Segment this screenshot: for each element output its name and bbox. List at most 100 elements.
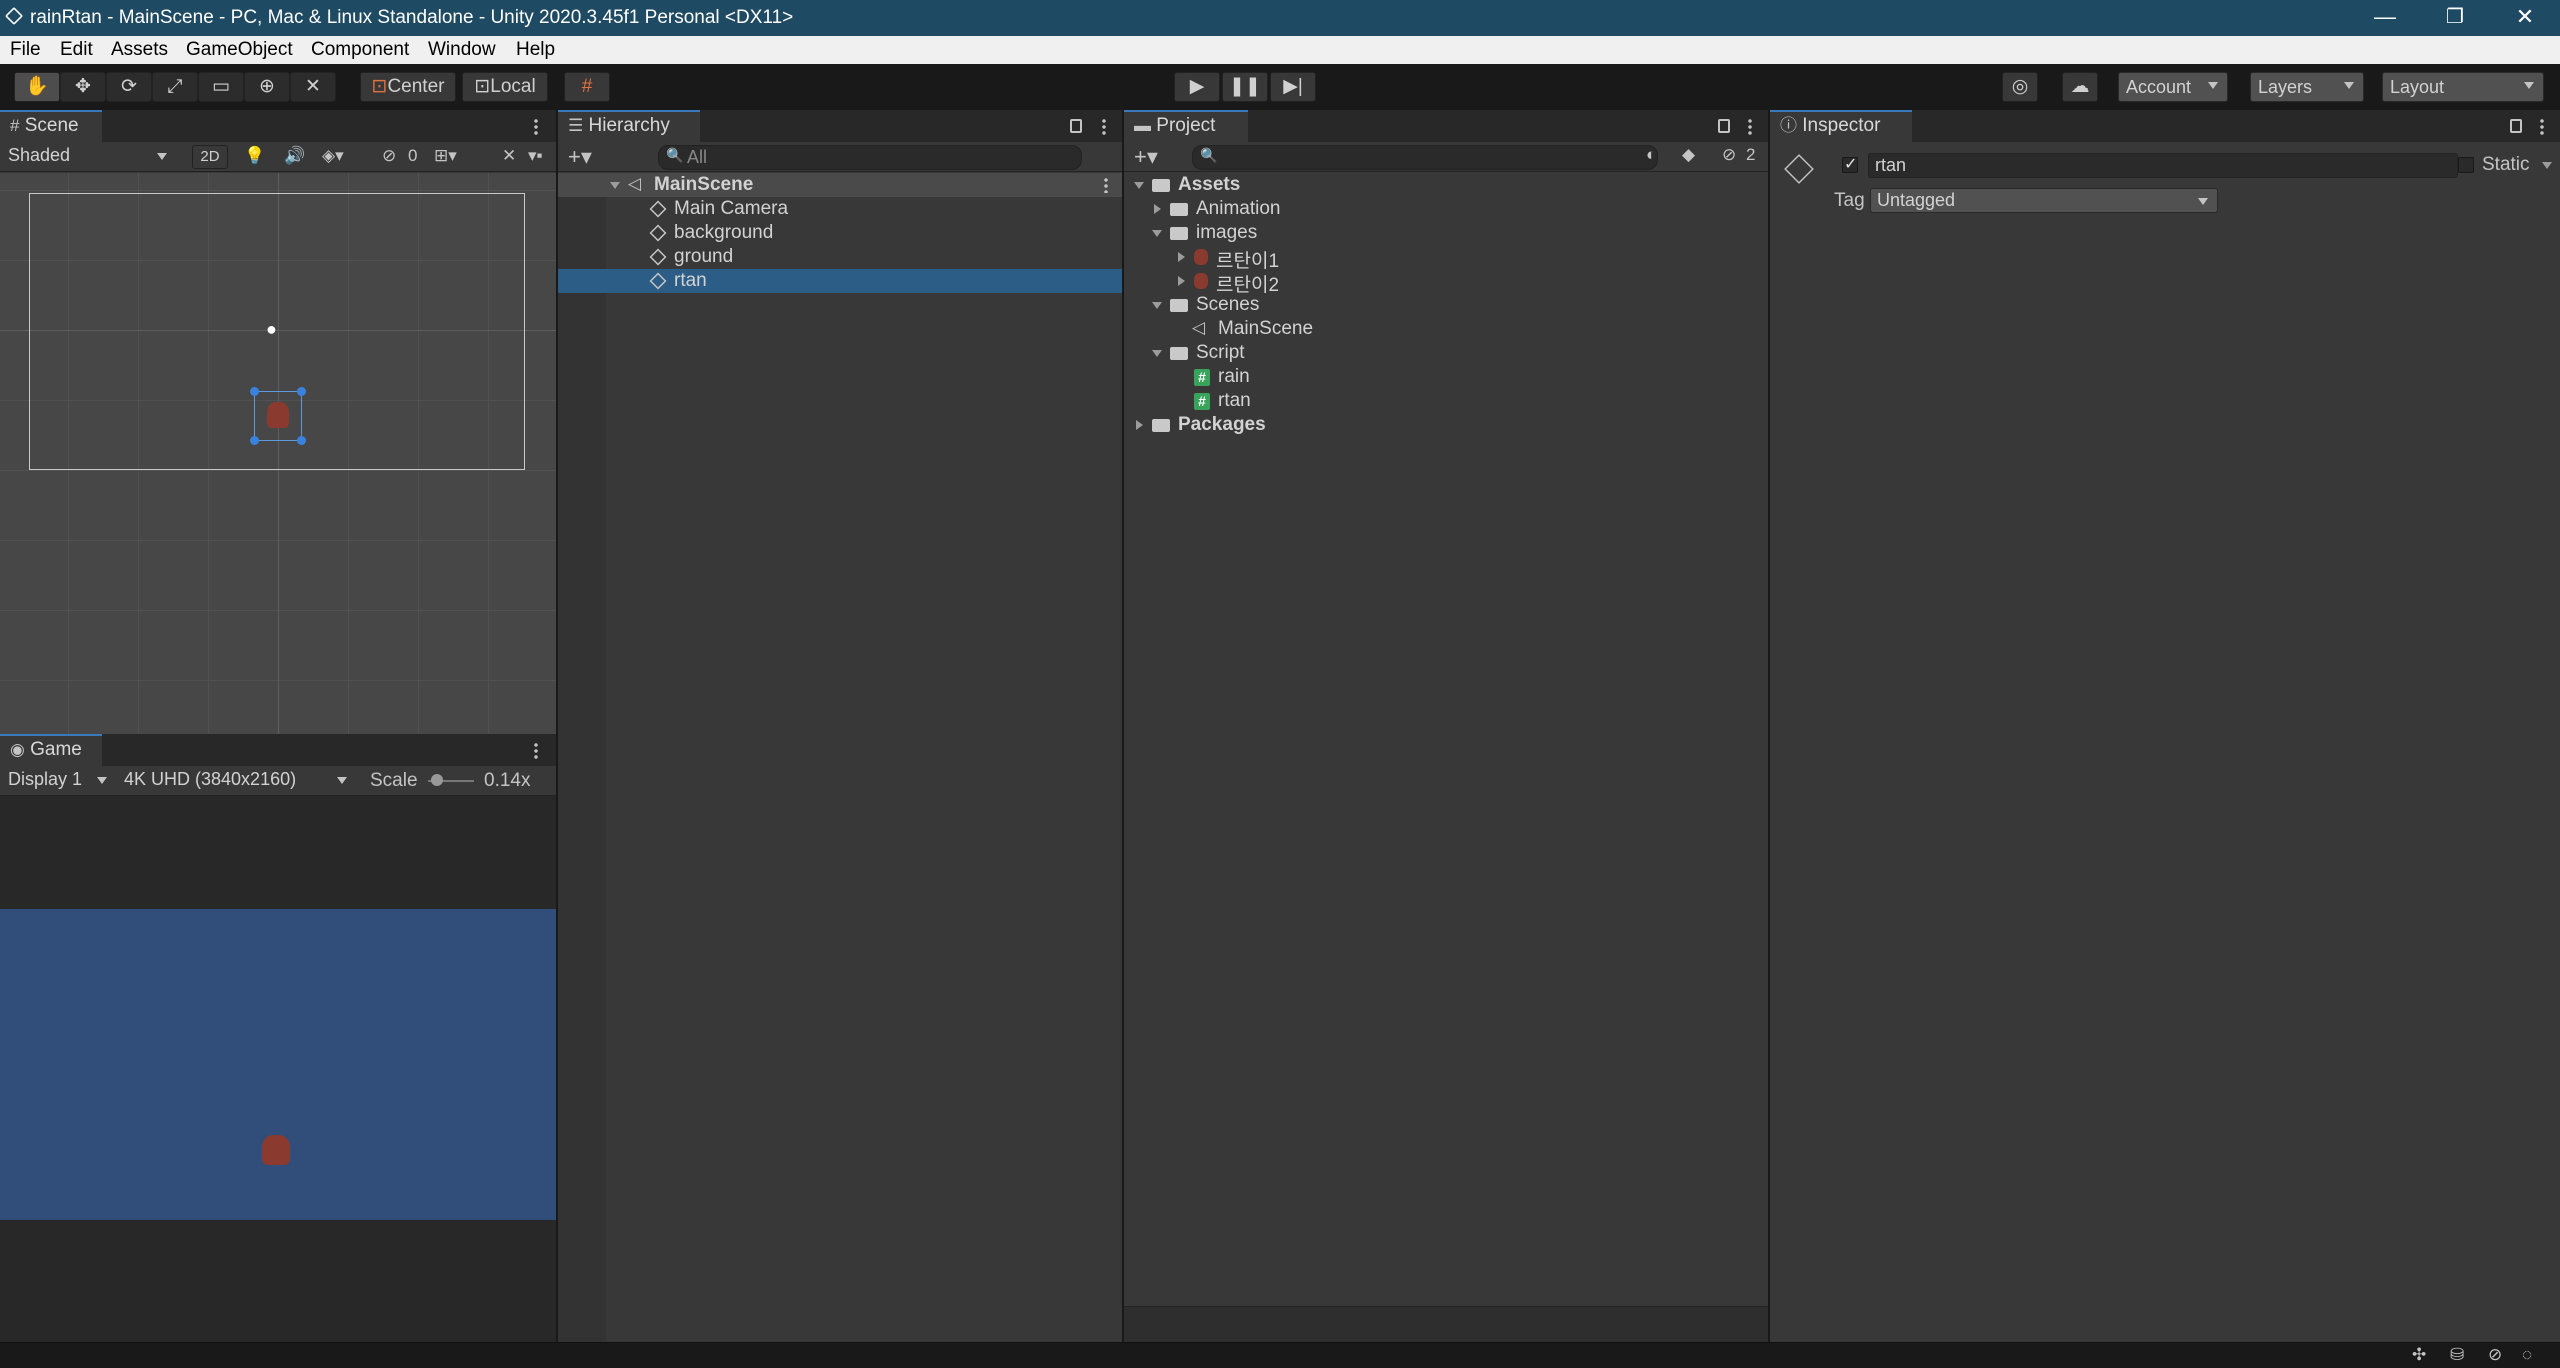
game-view[interactable]: [0, 909, 556, 1220]
hierarchy-search-input[interactable]: All: [658, 145, 1082, 170]
grid-icon[interactable]: ⊞▾: [434, 146, 457, 166]
hidden-objects-icon[interactable]: ⊘: [382, 146, 396, 166]
add-icon[interactable]: +▾: [568, 144, 592, 170]
tree-item-assets[interactable]: Assets: [1124, 173, 1768, 197]
maximize-button[interactable]: ❐: [2420, 0, 2490, 36]
search-by-type-icon[interactable]: ◐: [1646, 145, 1656, 165]
tree-item-scenes[interactable]: Scenes: [1124, 293, 1768, 317]
lock-icon[interactable]: [2510, 119, 2522, 133]
minimize-button[interactable]: —: [2350, 0, 2420, 36]
tools-icon[interactable]: ✕: [502, 146, 516, 166]
expand-arrow-icon[interactable]: [1152, 350, 1162, 357]
active-checkbox[interactable]: [1842, 154, 1858, 174]
expand-arrow-icon[interactable]: [610, 182, 620, 189]
grid-snap-icon[interactable]: #: [564, 72, 610, 102]
collapsed-arrow-icon[interactable]: [1178, 252, 1185, 262]
tab-project[interactable]: ▬ Project: [1124, 110, 1248, 142]
scene-viewport[interactable]: ●: [0, 173, 556, 734]
menu-edit[interactable]: Edit: [60, 39, 93, 61]
resize-handle[interactable]: [250, 436, 259, 445]
tree-item-rain[interactable]: # rain: [1124, 365, 1768, 389]
auto-generate-icon[interactable]: ⊘: [2488, 1345, 2502, 1365]
move-tool-icon[interactable]: ✥: [60, 72, 106, 102]
kebab-menu-icon[interactable]: [1104, 177, 1108, 193]
tab-inspector[interactable]: ⓘ Inspector: [1770, 110, 1912, 142]
layout-dropdown[interactable]: Layout: [2382, 72, 2544, 102]
scene-row[interactable]: ◁ MainScene: [558, 173, 1122, 197]
resize-handle[interactable]: [297, 436, 306, 445]
display-dropdown[interactable]: Display 1: [2, 768, 116, 793]
pause-button[interactable]: ❚❚: [1222, 72, 1268, 102]
tab-hierarchy[interactable]: ☰ Hierarchy: [558, 110, 700, 142]
cache-icon[interactable]: ⛁: [2450, 1345, 2464, 1365]
resolution-dropdown[interactable]: 4K UHD (3840x2160): [118, 768, 356, 793]
collab-icon[interactable]: ◎: [2002, 72, 2038, 102]
kebab-menu-icon[interactable]: [1102, 118, 1106, 136]
close-button[interactable]: ✕: [2490, 0, 2560, 36]
scale-tool-icon[interactable]: ⤢: [152, 72, 198, 102]
account-dropdown[interactable]: Account: [2118, 72, 2228, 102]
static-checkbox[interactable]: [2458, 157, 2474, 173]
tab-game[interactable]: ◉ Game: [0, 734, 102, 766]
lighting-icon[interactable]: 💡: [244, 146, 265, 166]
effects-icon[interactable]: ◈▾: [322, 146, 344, 166]
cloud-icon[interactable]: ☁: [2062, 72, 2098, 102]
custom-tool-icon[interactable]: ✕: [290, 72, 336, 102]
kebab-menu-icon[interactable]: [1748, 118, 1752, 136]
menu-component[interactable]: Component: [311, 39, 409, 61]
kebab-menu-icon[interactable]: [2540, 118, 2544, 136]
tree-item-packages[interactable]: Packages: [1124, 413, 1768, 437]
pivot-local-button[interactable]: ⊡Local: [462, 72, 548, 102]
resize-handle[interactable]: [250, 387, 259, 396]
lock-icon[interactable]: [1070, 119, 1082, 133]
list-item[interactable]: background: [558, 221, 1122, 245]
progress-icon[interactable]: ◌: [2522, 1345, 2532, 1365]
rotate-tool-icon[interactable]: ⟳: [106, 72, 152, 102]
project-search-input[interactable]: [1192, 145, 1658, 170]
kebab-menu-icon[interactable]: [534, 742, 538, 760]
gizmos-icon[interactable]: ▾▪: [528, 146, 543, 166]
expand-arrow-icon[interactable]: [1152, 302, 1162, 309]
2d-toggle-button[interactable]: 2D: [192, 145, 228, 169]
selected-sprite-bounds[interactable]: [250, 387, 306, 445]
search-by-label-icon[interactable]: ◆: [1682, 145, 1695, 165]
list-item[interactable]: Main Camera: [558, 197, 1122, 221]
debug-icon[interactable]: ✣: [2412, 1345, 2426, 1365]
tree-item-images[interactable]: images: [1124, 221, 1768, 245]
menu-assets[interactable]: Assets: [111, 39, 168, 61]
audio-icon[interactable]: 🔊: [284, 146, 305, 166]
scale-slider-thumb[interactable]: [431, 774, 443, 786]
collapsed-arrow-icon[interactable]: [1154, 204, 1161, 214]
hidden-packages-icon[interactable]: ⊘: [1722, 145, 1736, 165]
rect-tool-icon[interactable]: ▭: [198, 72, 244, 102]
kebab-menu-icon[interactable]: [534, 118, 538, 136]
expand-arrow-icon[interactable]: [1152, 230, 1162, 237]
tag-dropdown[interactable]: Untagged: [1870, 188, 2218, 213]
collapsed-arrow-icon[interactable]: [1136, 420, 1143, 430]
static-dropdown-icon[interactable]: [2542, 162, 2552, 169]
tree-item-image1[interactable]: 르탄이1: [1124, 245, 1768, 272]
layers-dropdown[interactable]: Layers: [2250, 72, 2364, 102]
lock-icon[interactable]: [1718, 119, 1730, 133]
tab-scene[interactable]: # Scene: [0, 110, 102, 142]
expand-arrow-icon[interactable]: [1134, 182, 1144, 189]
menu-gameobject[interactable]: GameObject: [186, 39, 293, 61]
add-icon[interactable]: +▾: [1134, 144, 1158, 170]
tree-item-script[interactable]: Script: [1124, 341, 1768, 365]
menu-window[interactable]: Window: [428, 39, 496, 61]
pivot-center-button[interactable]: ⊡Center: [360, 72, 456, 102]
menu-help[interactable]: Help: [516, 39, 555, 61]
play-button[interactable]: ▶: [1174, 72, 1220, 102]
list-item[interactable]: ground: [558, 245, 1122, 269]
tree-item-image2[interactable]: 르탄이2: [1124, 269, 1768, 296]
collapsed-arrow-icon[interactable]: [1178, 276, 1185, 286]
step-button[interactable]: ▶|: [1270, 72, 1316, 102]
object-name-input[interactable]: rtan: [1868, 153, 2458, 178]
hand-tool-icon[interactable]: ✋: [14, 72, 60, 102]
transform-tool-icon[interactable]: ⊕: [244, 72, 290, 102]
tree-item-mainscene[interactable]: ◁ MainScene: [1124, 317, 1768, 341]
list-item-selected[interactable]: rtan: [558, 269, 1122, 293]
resize-handle[interactable]: [297, 387, 306, 396]
tree-item-animation[interactable]: Animation: [1124, 197, 1768, 221]
menu-file[interactable]: File: [10, 39, 41, 61]
